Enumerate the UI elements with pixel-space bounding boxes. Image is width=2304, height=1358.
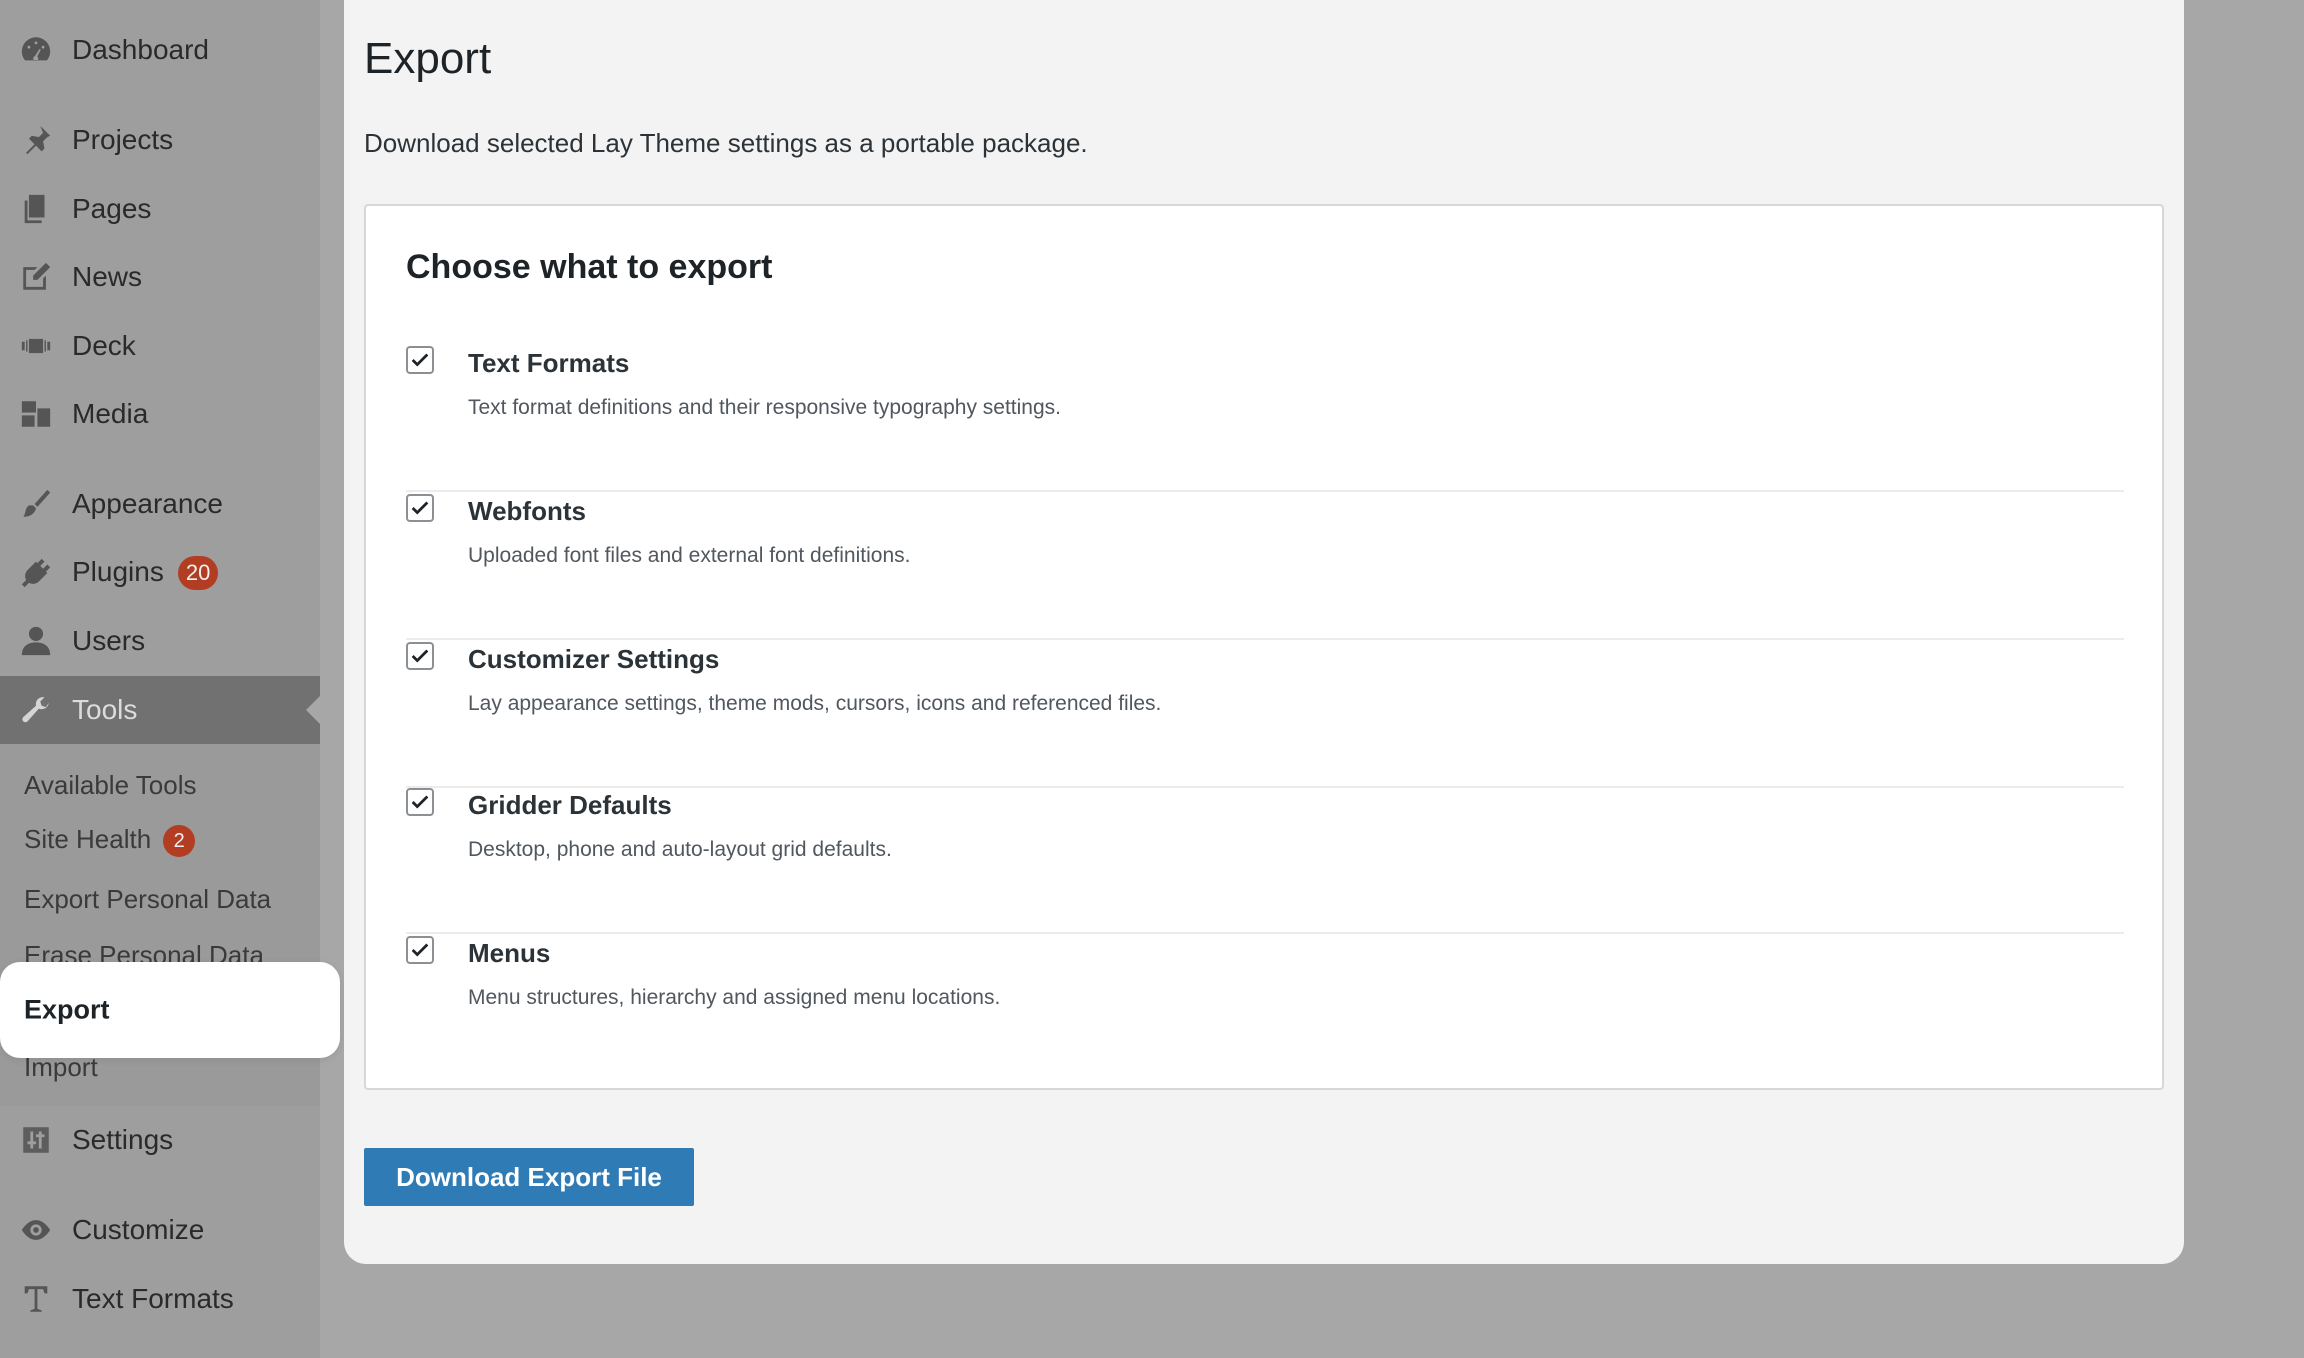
sidebar-item-label: Dashboard [72,34,209,65]
text-formats-checkbox[interactable] [406,346,434,374]
sidebar-item-label: Settings [72,1124,174,1155]
option-title: Menus [468,938,551,968]
deck-icon [18,328,54,364]
export-option-text-formats: Text Formats Text format definitions and… [406,346,2124,492]
edit-icon [18,259,54,295]
sidebar-item-plugins[interactable]: Plugins 20 [0,543,320,603]
submenu-item-available-tools[interactable]: Available Tools [24,770,197,801]
pages-icon [18,191,54,227]
option-description: Text format definitions and their respon… [468,396,1061,419]
submenu-item-export-personal-data[interactable]: Export Personal Data [24,884,271,915]
customizer-settings-checkbox[interactable] [406,642,434,670]
sidebar-item-label: Customize [72,1214,205,1245]
submenu-item-export-label: Export [24,994,110,1025]
submenu-item-site-health[interactable]: Site Health 2 [24,824,196,858]
sidebar-item-label: Projects [72,124,174,155]
export-options-card: Choose what to export Text Formats Text … [364,204,2164,1090]
sidebar-item-label: Deck [72,330,136,361]
sidebar-item-label: Plugins 20 [72,555,219,591]
export-option-gridder-defaults: Gridder Defaults Desktop, phone and auto… [406,788,2124,934]
webfonts-checkbox[interactable] [406,494,434,522]
sidebar-item-settings[interactable]: Settings [0,1110,320,1170]
plugins-update-badge: 20 [177,556,219,591]
dashboard-icon [18,32,54,68]
sidebar-item-pages[interactable]: Pages [0,179,320,239]
sidebar-item-label: Tools [72,694,138,725]
sidebar-item-users[interactable]: Users [0,611,320,671]
sidebar-item-projects[interactable]: Projects [0,110,320,170]
settings-icon [18,1122,54,1158]
brush-icon [18,486,54,522]
menus-checkbox[interactable] [406,936,434,964]
page-description: Download selected Lay Theme settings as … [364,128,1088,158]
checkmark-icon [411,795,429,809]
plug-icon [18,555,54,591]
admin-sidebar: Dashboard Projects Pages News Deck Media [0,0,340,1358]
sidebar-item-label: Users [72,625,146,656]
site-health-badge: 2 [163,825,196,858]
sidebar-item-label: News [72,261,143,292]
sidebar-item-appearance[interactable]: Appearance [0,474,320,534]
checkmark-icon [411,501,429,515]
wrench-icon [18,692,54,728]
media-icon [18,396,54,432]
page-title: Export [364,34,492,83]
text-icon [18,1281,54,1317]
sidebar-item-label: Pages [72,193,152,224]
sidebar-item-deck[interactable]: Deck [0,316,320,376]
checkmark-icon [411,353,429,367]
option-title: Webfonts [468,496,586,526]
card-title: Choose what to export [406,248,773,286]
submenu-item-export[interactable]: Export [0,962,340,1058]
export-option-customizer-settings: Customizer Settings Lay appearance setti… [406,642,2124,788]
sidebar-item-news[interactable]: News [0,247,320,307]
sidebar-item-tools[interactable]: Tools [0,676,320,744]
site-health-label: Site Health [24,824,152,854]
sidebar-item-media[interactable]: Media [0,384,320,444]
export-panel: Export Download selected Lay Theme setti… [344,0,2184,1264]
sidebar-item-customize[interactable]: Customize [0,1200,320,1260]
user-icon [18,623,54,659]
eye-icon [18,1212,54,1248]
sidebar-item-label: Media [72,398,149,429]
option-title: Text Formats [468,348,630,378]
checkmark-icon [411,943,429,957]
export-option-menus: Menus Menu structures, hierarchy and ass… [406,936,2124,1082]
option-description: Desktop, phone and auto-layout grid defa… [468,838,892,861]
download-export-file-button[interactable]: Download Export File [364,1148,694,1206]
sidebar-item-label: Appearance [72,488,224,519]
plugins-label: Plugins [72,555,164,587]
pin-icon [18,122,54,158]
option-description: Uploaded font files and external font de… [468,544,911,567]
option-description: Lay appearance settings, theme mods, cur… [468,692,1162,715]
gridder-defaults-checkbox[interactable] [406,788,434,816]
checkmark-icon [411,649,429,663]
export-option-webfonts: Webfonts Uploaded font files and externa… [406,494,2124,640]
option-title: Gridder Defaults [468,790,672,820]
sidebar-item-label: Text Formats [72,1283,234,1314]
option-description: Menu structures, hierarchy and assigned … [468,986,1001,1009]
option-title: Customizer Settings [468,644,720,674]
sidebar-item-dashboard[interactable]: Dashboard [0,20,320,80]
sidebar-item-text-formats[interactable]: Text Formats [0,1269,320,1329]
